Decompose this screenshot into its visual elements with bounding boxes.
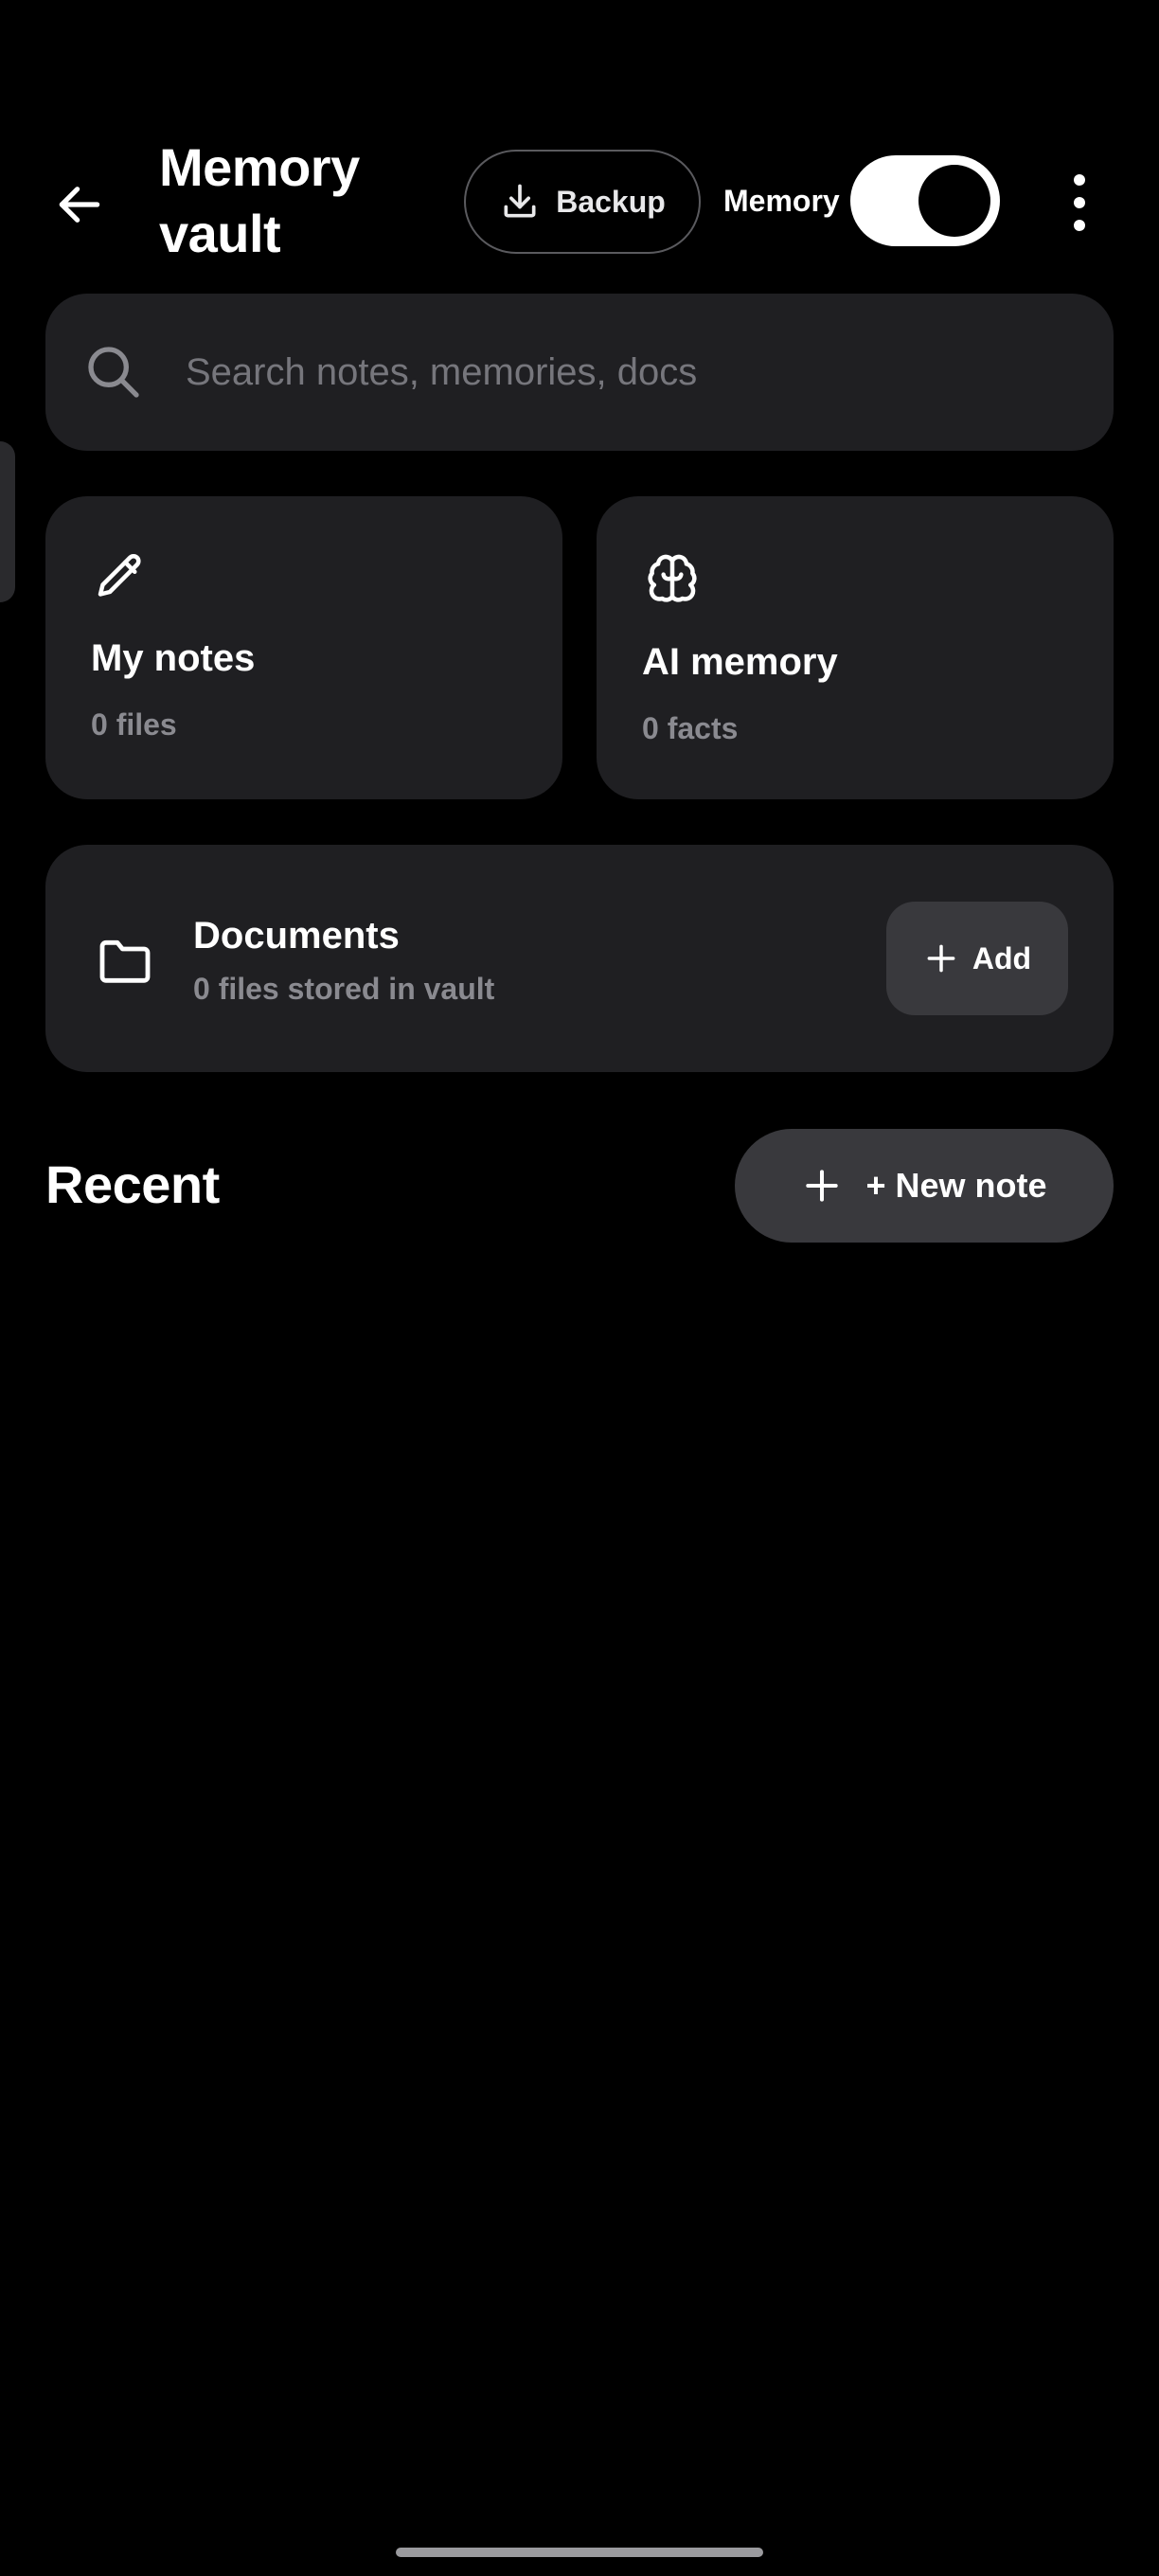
home-indicator[interactable] [396, 2548, 763, 2557]
plus-icon [927, 944, 955, 973]
arrow-left-icon [59, 187, 100, 223]
page-title: Memory vault [159, 137, 360, 263]
backup-button[interactable]: Backup [464, 150, 701, 254]
add-document-button[interactable]: Add [886, 902, 1068, 1015]
pencil-icon [98, 553, 141, 597]
new-note-label: + New note [865, 1166, 1047, 1205]
new-note-button[interactable]: + New note [735, 1129, 1114, 1243]
brain-icon [648, 554, 697, 602]
edge-panel-handle[interactable] [0, 441, 15, 602]
recent-heading: Recent [45, 1154, 220, 1214]
documents-card[interactable]: Documents 0 files stored in vault Add [45, 845, 1114, 1072]
memory-toggle[interactable] [850, 155, 1000, 246]
my-notes-card[interactable]: My notes 0 files [45, 496, 562, 799]
more-vertical-icon [1074, 174, 1085, 186]
search-input[interactable]: Search notes, memories, docs [45, 294, 1114, 451]
plus-icon [806, 1170, 839, 1202]
toggle-knob [918, 165, 990, 237]
back-button[interactable] [38, 163, 121, 246]
download-icon [504, 184, 536, 218]
ai-memory-count: 0 facts [642, 711, 739, 745]
ai-memory-card[interactable]: AI memory 0 facts [597, 496, 1114, 799]
memory-toggle-label: Memory [723, 184, 840, 218]
more-options-button[interactable] [1049, 163, 1110, 242]
ai-memory-title: AI memory [642, 641, 838, 683]
documents-title: Documents [193, 915, 400, 957]
folder-icon [99, 939, 151, 983]
search-placeholder: Search notes, memories, docs [186, 350, 698, 393]
search-icon [88, 347, 139, 398]
documents-subtitle: 0 files stored in vault [193, 972, 495, 1006]
my-notes-count: 0 files [91, 707, 177, 742]
my-notes-title: My notes [91, 637, 256, 679]
add-label: Add [972, 940, 1032, 975]
backup-label: Backup [556, 184, 666, 219]
